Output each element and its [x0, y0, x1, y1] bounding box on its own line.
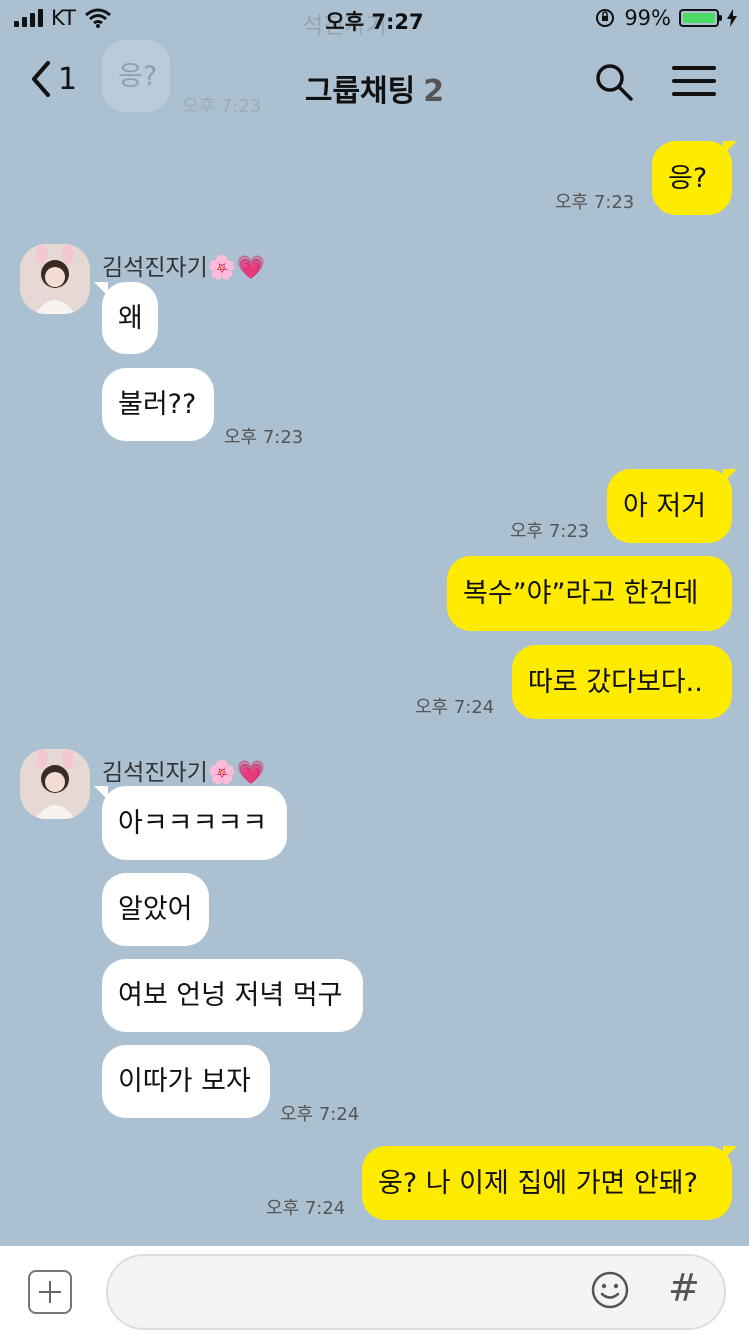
chat-title: 그룹채팅 [304, 74, 416, 109]
message-time: 오후 7:24 [280, 1104, 360, 1125]
chat-header: 1 그룹채팅 2 [0, 40, 749, 126]
charging-icon [727, 9, 737, 27]
bubble-tail [94, 282, 108, 296]
search-button[interactable] [594, 62, 634, 102]
attach-button[interactable] [28, 1270, 72, 1314]
battery-icon [679, 9, 722, 27]
bubble-tail [723, 141, 737, 155]
search-icon [596, 64, 633, 101]
page-title: 그룹채팅 2 [0, 66, 749, 110]
my-message-bubble[interactable]: 웅? 나 이제 집에 가면 안돼? [362, 1146, 732, 1220]
hashtag-button[interactable]: # [668, 1266, 700, 1310]
bubble-tail [723, 1146, 737, 1160]
menu-icon [672, 66, 716, 70]
message-composer: # [0, 1246, 749, 1334]
battery-percent: 99% [624, 6, 671, 30]
message-time: 오후 7:23 [555, 192, 635, 213]
sender-name: 김석진자기🌸💗 [102, 760, 266, 786]
message-time: 오후 7:23 [224, 427, 304, 448]
my-message-bubble[interactable]: 아 저거 [607, 469, 732, 543]
sender-name: 김석진자기🌸💗 [102, 255, 266, 281]
avatar[interactable] [20, 244, 90, 314]
avatar[interactable] [20, 749, 90, 819]
message-time: 오후 7:23 [510, 521, 590, 542]
my-message-bubble[interactable]: 복수”야”라고 한건데 [447, 556, 732, 631]
their-message-bubble[interactable]: 불러?? [102, 368, 214, 441]
battery-fill [683, 13, 715, 23]
menu-button[interactable] [672, 66, 716, 100]
message-time: 오후 7:24 [266, 1198, 346, 1219]
their-message-bubble[interactable]: 왜 [102, 282, 158, 354]
avatar-image [20, 244, 90, 314]
emoji-button[interactable] [590, 1270, 630, 1310]
their-message-bubble[interactable]: 알았어 [102, 873, 209, 946]
rotation-lock-icon [596, 9, 615, 27]
their-message-bubble[interactable]: 아ㅋㅋㅋㅋㅋ [102, 786, 287, 860]
message-input[interactable] [106, 1254, 726, 1330]
member-count: 2 [423, 74, 445, 109]
their-message-bubble[interactable]: 여보 언넝 저녁 먹구 [102, 959, 363, 1032]
avatar-image [20, 749, 90, 819]
smiley-icon [591, 1271, 629, 1309]
bubble-tail [723, 469, 737, 483]
my-message-bubble[interactable]: 응? [652, 141, 732, 215]
their-message-bubble[interactable]: 이따가 보자 [102, 1045, 270, 1118]
message-time: 오후 7:24 [415, 697, 495, 718]
ghost-sender: 석진자기 [302, 13, 387, 39]
status-right: 99% [594, 6, 737, 30]
my-message-bubble[interactable]: 따로 갔다보다.. [512, 645, 732, 719]
